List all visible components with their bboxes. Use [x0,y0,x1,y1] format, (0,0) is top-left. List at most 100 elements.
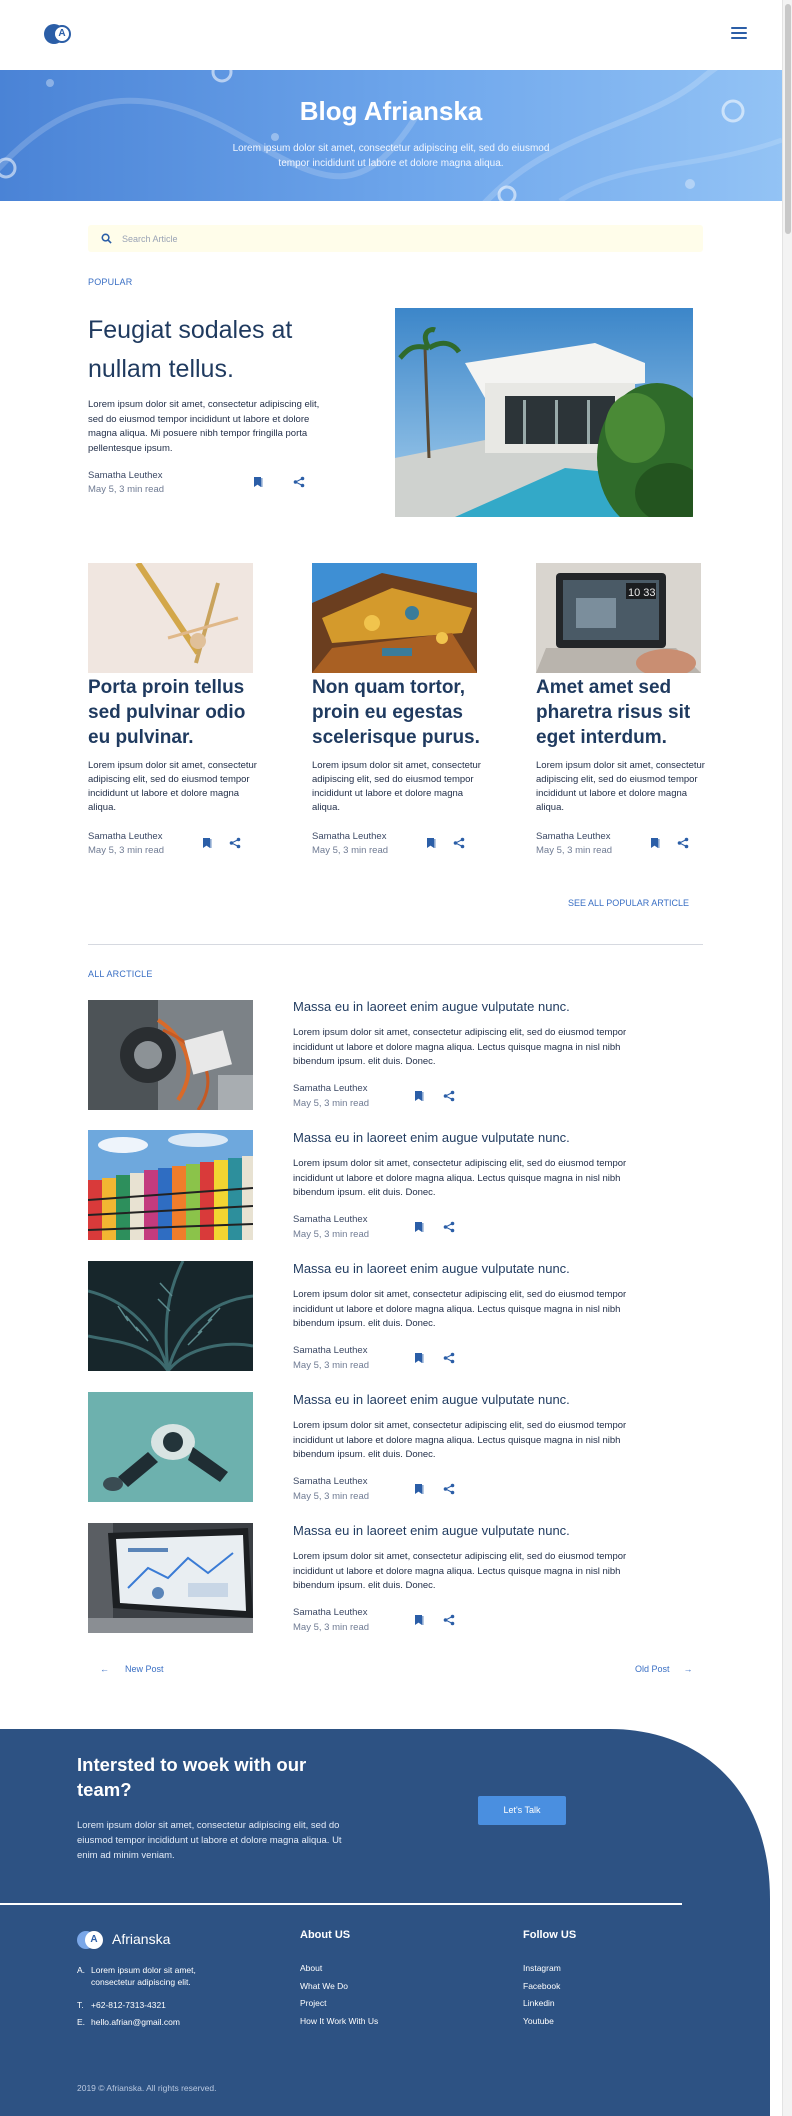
article-image-5[interactable] [88,1523,253,1633]
article-title-4[interactable]: Massa eu in laoreet enim augue vulputate… [293,1392,693,1407]
bookmark-icon[interactable] [201,837,213,849]
old-post-link[interactable]: Old Post → [635,1664,693,1674]
footer-link-about[interactable]: About [300,1963,322,1973]
footer-link-how-it-works[interactable]: How It Work With Us [300,2016,378,2026]
article-image-4[interactable] [88,1392,253,1502]
featured-author: Samatha Leuthex [88,470,163,481]
phone-key: T. [77,2000,84,2010]
cta-text: Lorem ipsum dolor sit amet, consectetur … [77,1820,342,1861]
article-title-5[interactable]: Massa eu in laoreet enim augue vulputate… [293,1523,693,1538]
lets-talk-button[interactable]: Let's Talk [478,1796,566,1825]
brand-logo[interactable]: A [44,24,72,44]
search-bar [88,225,703,252]
footer-link-project[interactable]: Project [300,1998,326,2008]
address-key: A. [77,1965,86,1975]
hamburger-menu-icon[interactable] [731,27,747,41]
search-input[interactable] [122,229,682,248]
bookmark-icon[interactable] [425,837,437,849]
section-divider [88,944,703,945]
footer-link-what-we-do[interactable]: What We Do [300,1981,348,1991]
footer-link-linkedin[interactable]: Linkedin [523,1998,555,2008]
article-date-2: May 5, 3 min read [293,1229,370,1240]
card-title-2[interactable]: Non quam tortor, proin eu egestas sceler… [312,675,482,750]
article-title-1[interactable]: Massa eu in laoreet enim augue vulputate… [293,999,693,1014]
follow-us-heading: Follow US [523,1929,577,1941]
article-date-5: May 5, 3 min read [293,1622,370,1633]
logo-letter: A [53,25,71,43]
article-author-2: Samatha Leuthex [293,1214,368,1225]
card-date-3: May 5, 3 min read [536,845,613,856]
share-icon[interactable] [443,1090,455,1102]
footer-logo[interactable]: A [77,1930,105,1950]
bookmark-icon[interactable] [413,1352,425,1364]
card-author-2: Samatha Leuthex [312,831,387,842]
share-icon[interactable] [229,837,241,849]
share-icon[interactable] [453,837,465,849]
footer-brand-name: Afrianska [112,1931,171,1947]
card-author-3: Samatha Leuthex [536,831,611,842]
article-author-3: Samatha Leuthex [293,1345,368,1356]
share-icon[interactable] [443,1352,455,1364]
card-image-3[interactable]: 10 33 [536,563,701,673]
share-icon[interactable] [443,1483,455,1495]
share-icon[interactable] [443,1614,455,1626]
arrow-left-icon: ← [100,1664,109,1674]
card-author-1: Samatha Leuthex [88,831,163,842]
about-us-heading: About US [300,1929,351,1941]
all-articles-section-label: ALL ARCTICLE [88,969,153,979]
article-date-1: May 5, 3 min read [293,1098,370,1109]
article-excerpt-1: Lorem ipsum dolor sit amet, consectetur … [293,1027,627,1067]
card-image-1[interactable] [88,563,253,673]
svg-text:10 33: 10 33 [628,587,656,599]
article-author-1: Samatha Leuthex [293,1083,368,1094]
bookmark-icon[interactable] [413,1090,425,1102]
hero-subtitle: Lorem ipsum dolor sit amet, consectetur … [232,143,550,169]
share-icon[interactable] [293,476,305,488]
article-excerpt-4: Lorem ipsum dolor sit amet, consectetur … [293,1420,627,1460]
search-icon[interactable] [101,233,112,244]
article-image-2[interactable] [88,1130,253,1240]
email-key: E. [77,2017,86,2027]
share-icon[interactable] [677,837,689,849]
card-excerpt-3: Lorem ipsum dolor sit amet, consectetur … [536,760,705,813]
arrow-right-icon: → [683,1664,693,1674]
see-all-popular-link[interactable]: SEE ALL POPULAR ARTICLE [568,898,689,908]
card-date-2: May 5, 3 min read [312,845,389,856]
footer-link-youtube[interactable]: Youtube [523,2016,554,2026]
bookmark-icon[interactable] [649,837,661,849]
featured-article-title[interactable]: Feugiat sodales at nullam tellus. [88,311,338,389]
top-navbar: A [0,0,782,70]
article-date-3: May 5, 3 min read [293,1360,370,1371]
article-excerpt-5: Lorem ipsum dolor sit amet, consectetur … [293,1551,627,1591]
email-value[interactable]: hello.afrian@gmail.com [91,2016,221,2028]
phone-value[interactable]: +62-812-7313-4321 [91,1999,221,2011]
bookmark-icon[interactable] [413,1614,425,1626]
hero-banner: Blog Afrianska Lorem ipsum dolor sit ame… [0,70,782,201]
article-title-2[interactable]: Massa eu in laoreet enim augue vulputate… [293,1130,693,1145]
new-post-link[interactable]: ← New Post [100,1664,164,1674]
card-excerpt-2: Lorem ipsum dolor sit amet, consectetur … [312,760,481,813]
share-icon[interactable] [443,1221,455,1233]
article-excerpt-3: Lorem ipsum dolor sit amet, consectetur … [293,1289,627,1329]
hero-decoration [0,70,782,201]
footer-link-facebook[interactable]: Facebook [523,1981,560,1991]
bookmark-icon[interactable] [413,1483,425,1495]
scrollbar-thumb[interactable] [785,4,791,234]
bookmark-icon[interactable] [413,1221,425,1233]
hero-title: Blog Afrianska [299,96,483,126]
page-scrollbar[interactable] [782,0,792,2116]
article-image-1[interactable] [88,1000,253,1110]
card-date-1: May 5, 3 min read [88,845,165,856]
article-excerpt-2: Lorem ipsum dolor sit amet, consectetur … [293,1158,627,1198]
article-title-3[interactable]: Massa eu in laoreet enim augue vulputate… [293,1261,693,1276]
card-image-2[interactable] [312,563,477,673]
footer-link-instagram[interactable]: Instagram [523,1963,561,1973]
featured-article-image[interactable] [395,308,693,517]
article-image-3[interactable] [88,1261,253,1371]
card-title-1[interactable]: Porta proin tellus sed pulvinar odio eu … [88,675,258,750]
bookmark-icon[interactable] [252,476,264,488]
address-value: Lorem ipsum dolor sit amet, consectetur … [91,1965,196,1987]
featured-date: May 5, 3 min read [88,484,165,495]
article-author-5: Samatha Leuthex [293,1607,368,1618]
card-title-3[interactable]: Amet amet sed pharetra risus sit eget in… [536,675,706,750]
